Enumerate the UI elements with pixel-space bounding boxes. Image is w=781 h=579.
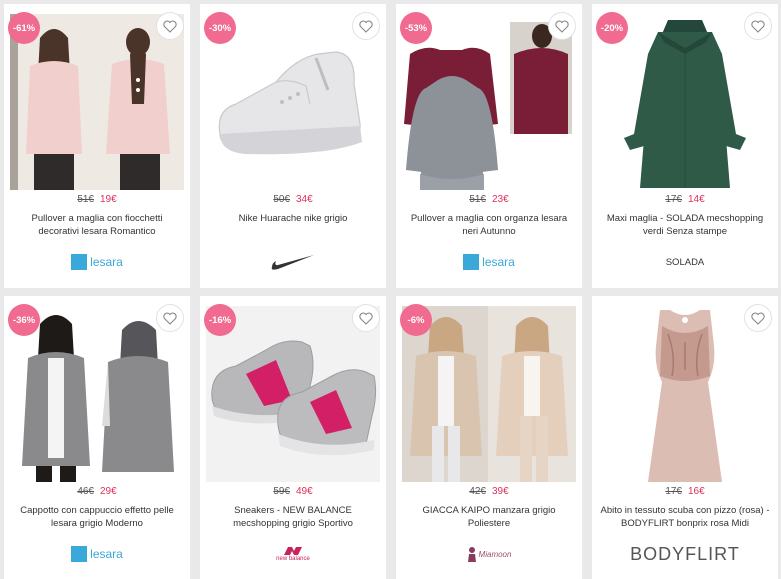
product-image[interactable] xyxy=(206,14,380,190)
product-image[interactable] xyxy=(206,306,380,482)
sale-price: 14€ xyxy=(688,194,705,205)
sale-price: 34€ xyxy=(296,194,313,205)
product-card[interactable]: -20% 17€ 14€ Maxi maglia - SOLADA mecshop… xyxy=(592,4,778,288)
old-price: 59€ xyxy=(273,486,290,497)
wishlist-heart-icon[interactable] xyxy=(156,12,184,40)
wishlist-heart-icon[interactable] xyxy=(352,12,380,40)
product-card[interactable]: -61% 51€ 19€ Pullover a maglia con fiocch… xyxy=(4,4,190,288)
lesara-logo-icon xyxy=(463,254,480,270)
product-card[interactable]: -16% 59€ 49€ Sneakers - NEW BALANCE mecsh… xyxy=(200,296,386,579)
sale-price: 19€ xyxy=(100,194,117,205)
lesara-logo-icon xyxy=(71,546,88,562)
discount-badge: -30% xyxy=(204,12,236,44)
price-row: 51€ 23€ xyxy=(396,194,582,205)
discount-badge: -36% xyxy=(8,304,40,336)
wishlist-heart-icon[interactable] xyxy=(744,12,772,40)
brand-logo[interactable]: new balance xyxy=(200,540,386,568)
brand-logo[interactable]: Miamoon xyxy=(396,540,582,568)
product-image[interactable] xyxy=(598,306,772,482)
nike-swoosh-icon xyxy=(271,255,314,270)
discount-badge: -53% xyxy=(400,12,432,44)
product-title[interactable]: Cappotto con cappuccio effetto pelle les… xyxy=(12,504,182,530)
wishlist-heart-icon[interactable] xyxy=(744,304,772,332)
product-title[interactable]: Abito in tessuto scuba con pizzo (rosa) … xyxy=(600,504,770,530)
sale-price: 29€ xyxy=(100,486,117,497)
product-image[interactable] xyxy=(402,14,576,190)
brand-name: SOLADA xyxy=(665,256,705,268)
product-title[interactable]: GIACCA KAIPO manzara grigio Poliestere xyxy=(404,504,574,530)
brand-logo[interactable]: lesara xyxy=(4,540,190,568)
wishlist-heart-icon[interactable] xyxy=(156,304,184,332)
brand-logo[interactable]: lesara xyxy=(396,248,582,276)
price-row: 17€ 16€ xyxy=(592,486,778,497)
brand-logo[interactable]: SOLADA xyxy=(592,248,778,276)
lesara-logo-icon xyxy=(71,254,88,270)
old-price: 42€ xyxy=(469,486,486,497)
price-row: 59€ 49€ xyxy=(200,486,386,497)
product-image[interactable] xyxy=(402,306,576,482)
price-row: 42€ 39€ xyxy=(396,486,582,497)
product-image[interactable] xyxy=(10,14,184,190)
discount-badge: -16% xyxy=(204,304,236,336)
miamoon-logo-icon xyxy=(467,547,476,562)
old-price: 46€ xyxy=(77,486,94,497)
discount-badge: -61% xyxy=(8,12,40,44)
product-image[interactable] xyxy=(598,14,772,190)
product-title[interactable]: Nike Huarache nike grigio xyxy=(208,212,378,225)
product-card[interactable]: -6% 42€ 39€ GIACCA KAIPO manzara grigio P… xyxy=(396,296,582,579)
old-price: 17€ xyxy=(665,486,682,497)
product-title[interactable]: Pullover a maglia con fiocchetti decorat… xyxy=(12,212,182,238)
product-card[interactable]: -53% 51€ 23€ Pullover a maglia con organz… xyxy=(396,4,582,288)
brand-logo[interactable]: lesara xyxy=(4,248,190,276)
sale-price: 39€ xyxy=(492,486,509,497)
product-card[interactable]: -36% 46€ 29€ Cappotto con cappuccio effet… xyxy=(4,296,190,579)
wishlist-heart-icon[interactable] xyxy=(548,12,576,40)
sale-price: 49€ xyxy=(296,486,313,497)
sale-price: 23€ xyxy=(492,194,509,205)
product-card[interactable]: -30% 50€ 34€ Nike Huarache nike grigio xyxy=(200,4,386,288)
product-card[interactable]: 17€ 16€ Abito in tessuto scuba con pizzo … xyxy=(592,296,778,579)
discount-badge: -6% xyxy=(400,304,432,336)
product-title[interactable]: Maxi maglia - SOLADA mecshopping verdi S… xyxy=(600,212,770,238)
old-price: 51€ xyxy=(469,194,486,205)
product-title[interactable]: Sneakers - NEW BALANCE mecshopping grigi… xyxy=(208,504,378,530)
price-row: 17€ 14€ xyxy=(592,194,778,205)
old-price: 51€ xyxy=(77,194,94,205)
price-row: 46€ 29€ xyxy=(4,486,190,497)
old-price: 17€ xyxy=(665,194,682,205)
new-balance-logo-icon xyxy=(283,547,302,555)
discount-badge: -20% xyxy=(596,12,628,44)
brand-name: BODYFLIRT xyxy=(630,543,740,564)
price-row: 50€ 34€ xyxy=(200,194,386,205)
product-grid: -61% 51€ 19€ Pullover a maglia con fiocch… xyxy=(4,4,778,579)
sale-price: 16€ xyxy=(688,486,705,497)
price-row: 51€ 19€ xyxy=(4,194,190,205)
brand-logo[interactable]: BODYFLIRT xyxy=(592,540,778,568)
product-title[interactable]: Pullover a maglia con organza lesara ner… xyxy=(404,212,574,238)
wishlist-heart-icon[interactable] xyxy=(352,304,380,332)
brand-logo[interactable] xyxy=(200,248,386,276)
old-price: 50€ xyxy=(273,194,290,205)
product-image[interactable] xyxy=(10,306,184,482)
